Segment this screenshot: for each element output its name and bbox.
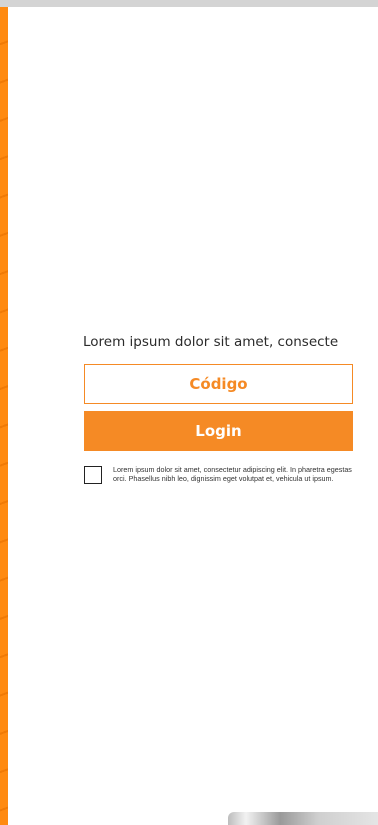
side-accent-stripe <box>0 7 8 825</box>
terms-checkbox[interactable] <box>84 466 102 484</box>
intro-text: Lorem ipsum dolor sit amet, consecte <box>83 334 339 350</box>
top-status-bar <box>0 0 378 7</box>
terms-text: Lorem ipsum dolor sit amet, consectetur … <box>113 465 352 483</box>
terms-row: Lorem ipsum dolor sit amet, consectetur … <box>84 465 354 484</box>
login-button[interactable]: Login <box>84 411 353 451</box>
code-field[interactable] <box>84 364 353 404</box>
code-input[interactable] <box>85 365 352 403</box>
bottom-handle[interactable] <box>228 812 378 825</box>
